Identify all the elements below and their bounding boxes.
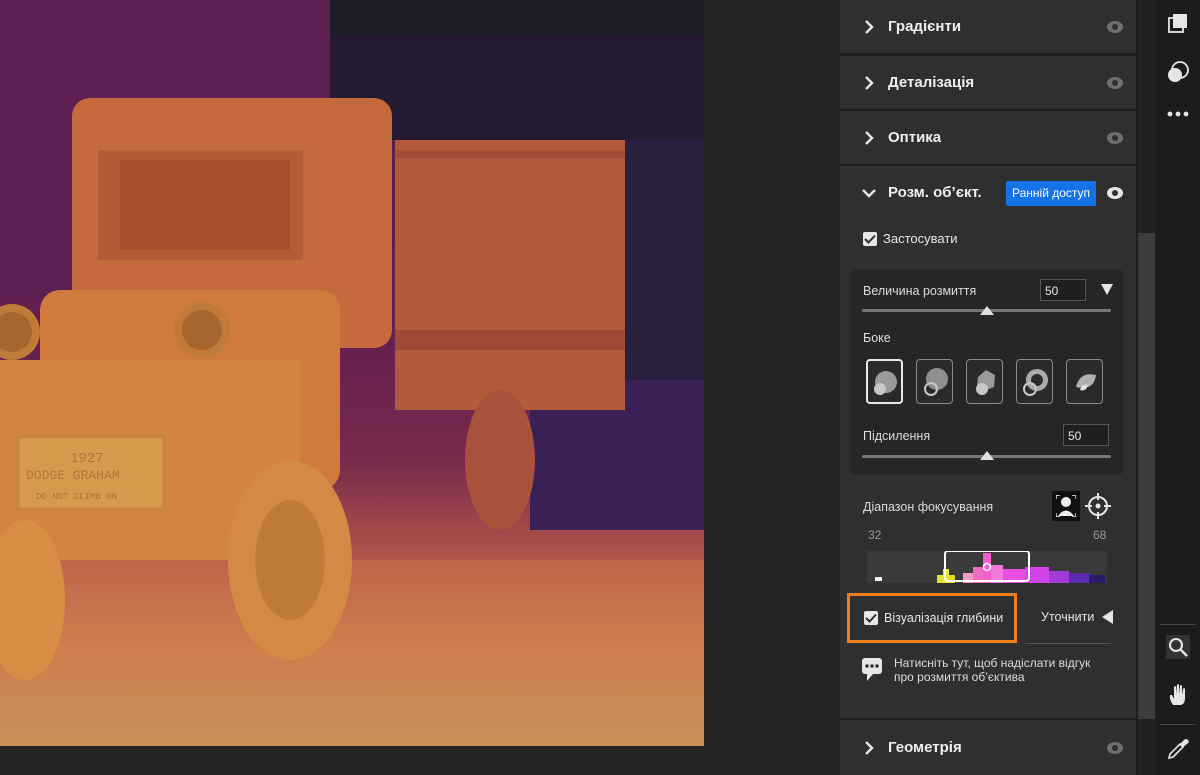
blur-amount-slider-thumb[interactable]	[979, 306, 994, 315]
subject-focus-icon[interactable]	[1052, 491, 1080, 521]
section-title-optics: Оптика	[888, 129, 942, 146]
section-title-detail: Деталізація	[888, 74, 975, 91]
bokeh-option-ring[interactable]	[1016, 359, 1053, 404]
eye-icon[interactable]	[1106, 185, 1124, 201]
focal-range-min: 32	[868, 528, 882, 542]
focal-range-max: 68	[1093, 528, 1107, 542]
bokeh-option-polygon[interactable]	[966, 359, 1003, 404]
depth-map-photo[interactable]: 1927 DODGE GRAHAM DO NOT CLIMB ON	[0, 0, 704, 746]
eye-icon[interactable]	[1106, 75, 1124, 91]
apply-label: Застосувати	[883, 231, 958, 246]
zoom-icon[interactable]	[1156, 630, 1200, 664]
plate-text-year: 1927	[70, 451, 104, 467]
edit-panel: Градієнти Деталізація Оптика Розм. об’єк…	[840, 0, 1138, 775]
plate-text-warning: DO NOT CLIMB ON	[36, 492, 118, 502]
section-title-lens-blur: Розм. об’єкт.	[888, 184, 982, 201]
plate-text-brand: DODGE GRAHAM	[26, 468, 120, 483]
section-title-geometry: Геометрія	[888, 739, 962, 756]
bokeh-label: Боке	[863, 331, 891, 345]
tool-divider	[1160, 624, 1196, 625]
refine-label[interactable]: Уточнити	[1041, 610, 1094, 624]
divider	[1025, 643, 1111, 644]
bokeh-option-bubble[interactable]	[916, 359, 953, 404]
feedback-text-line1: Натисніть тут, щоб надіслати відгук	[894, 656, 1091, 670]
section-geometry[interactable]: Геометрія	[840, 720, 1136, 775]
bokeh-option-cat-eye[interactable]	[1066, 359, 1103, 404]
chevron-right-icon	[862, 130, 876, 145]
checkbox-checked-icon[interactable]	[864, 611, 878, 625]
hand-icon[interactable]	[1156, 678, 1200, 712]
section-gradients[interactable]: Градієнти	[840, 0, 1136, 53]
checkbox-checked-icon[interactable]	[863, 231, 877, 246]
tool-divider	[1160, 724, 1196, 725]
chevron-down-icon	[862, 186, 876, 200]
eye-icon[interactable]	[1106, 740, 1124, 756]
section-title-gradients: Градієнти	[888, 18, 962, 35]
tool-strip	[1156, 0, 1200, 775]
boost-label: Підсилення	[863, 429, 931, 443]
early-access-badge: Ранній доступ	[1006, 181, 1097, 206]
triangle-left-icon[interactable]	[1102, 610, 1113, 627]
bokeh-option-circle[interactable]	[866, 359, 903, 404]
section-detail[interactable]: Деталізація	[840, 56, 1136, 109]
boost-slider-thumb[interactable]	[979, 451, 994, 460]
apply-checkbox-row[interactable]: Застосувати	[863, 231, 958, 246]
truck-depth-illustration	[0, 0, 704, 746]
feedback-text-line2: про розмиття об’єктива	[894, 670, 1025, 684]
feedback-link[interactable]: Натисніть тут, щоб надіслати відгук про …	[862, 656, 1090, 685]
canvas-area[interactable]: 1927 DODGE GRAHAM DO NOT CLIMB ON	[0, 0, 840, 775]
boost-input[interactable]: 50	[1063, 424, 1109, 446]
eye-icon[interactable]	[1106, 130, 1124, 146]
target-icon[interactable]	[1085, 493, 1111, 522]
blur-amount-label: Величина розмиття	[863, 284, 977, 298]
chevron-right-icon	[862, 19, 876, 34]
visualize-depth-checkbox-row[interactable]: Візуалізація глибини	[847, 593, 1017, 643]
chevron-right-icon	[862, 75, 876, 90]
eyedropper-icon[interactable]	[1156, 732, 1200, 766]
section-lens-blur: Розм. об’єкт. Ранній доступ Застосувати …	[840, 166, 1136, 718]
blur-amount-input[interactable]: 50	[1040, 279, 1086, 301]
depth-histogram[interactable]	[867, 551, 1107, 583]
comment-icon	[862, 658, 882, 685]
chevron-right-icon	[862, 740, 876, 755]
panel-scrollbar-thumb[interactable]	[1138, 233, 1155, 719]
layers-icon[interactable]	[1156, 6, 1200, 40]
focal-range-label: Діапазон фокусування	[863, 500, 994, 514]
depth-histogram-bars	[875, 551, 1105, 583]
more-icon[interactable]	[1156, 97, 1200, 131]
eye-icon[interactable]	[1106, 19, 1124, 35]
dropdown-triangle-icon[interactable]	[1101, 283, 1113, 298]
mask-icon[interactable]	[1156, 55, 1200, 89]
section-optics[interactable]: Оптика	[840, 111, 1136, 164]
visualize-depth-label: Візуалізація глибини	[884, 611, 1004, 625]
